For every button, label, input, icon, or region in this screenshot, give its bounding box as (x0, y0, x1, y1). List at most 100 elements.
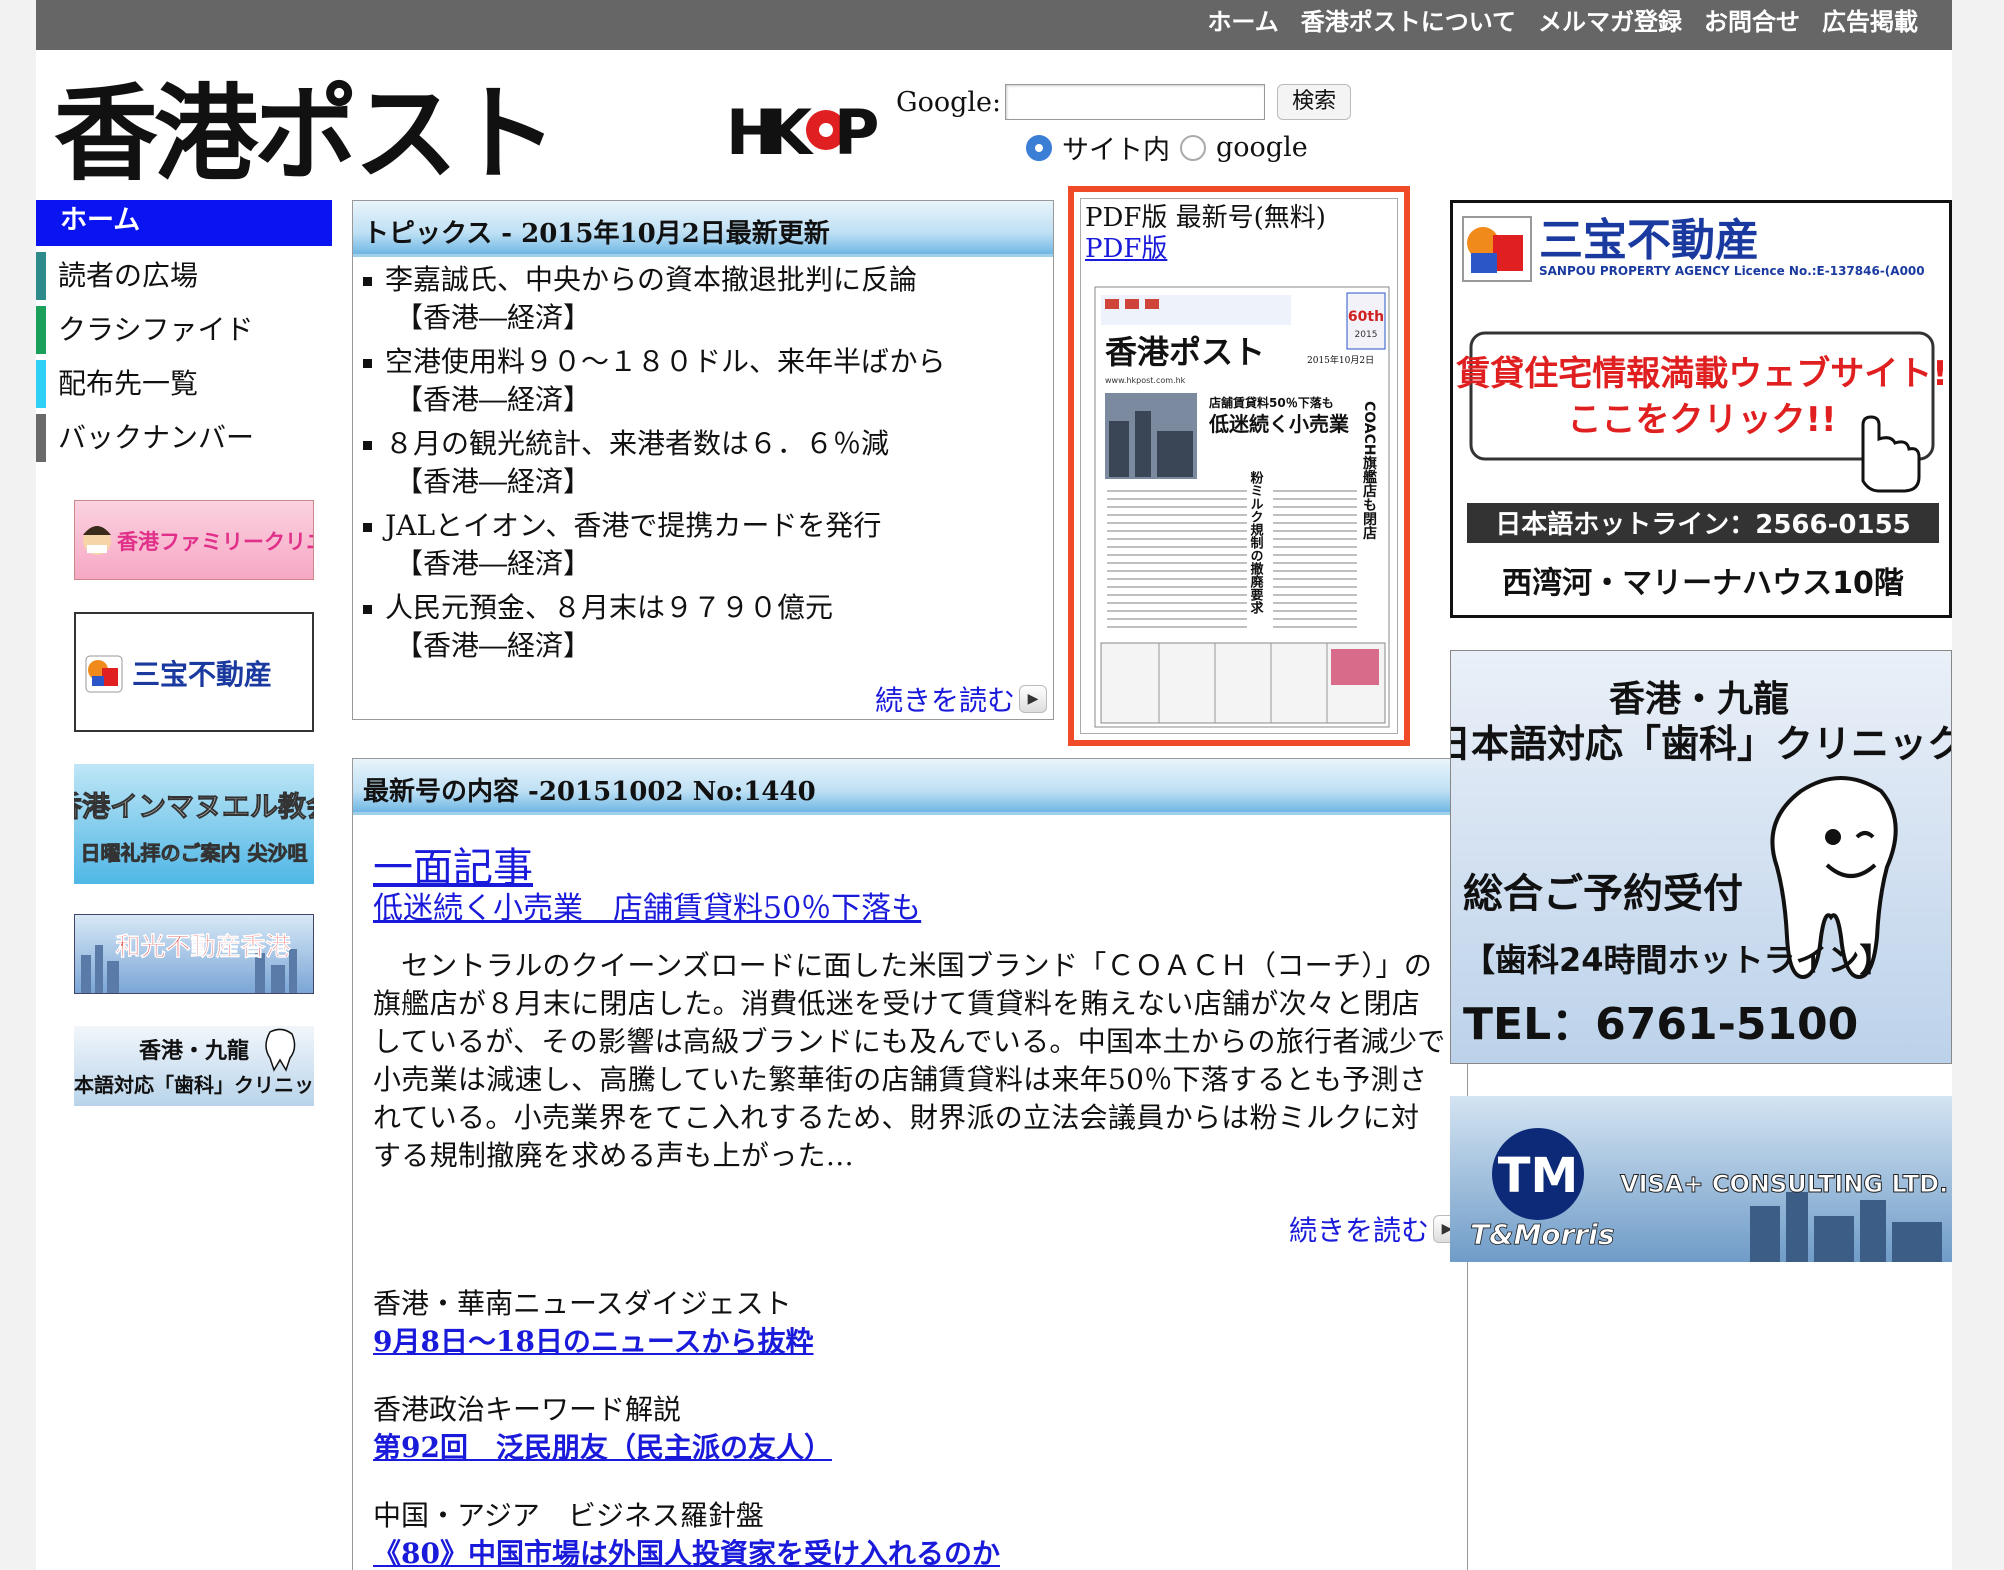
banner-text: 日曜礼拝のご案内 尖沙咀 (81, 841, 308, 865)
banner-text: 日本語対応「歯科」クリニック (74, 1073, 314, 1097)
section-link[interactable]: 《80》中国市場は外国人投資家を受け入れるのか (373, 1537, 1000, 1570)
banner-tmorris[interactable]: TM T&Morris VISA+ CONSULTING LTD. (1450, 1096, 1952, 1262)
more-label: 続きを読む (1288, 1214, 1429, 1247)
leftnav-item-label: クラシファイド (58, 313, 254, 346)
section-label: 香港政治キーワード解説 (373, 1393, 682, 1426)
pdf-badge-year: 2015 (1355, 330, 1378, 340)
leftnav-item-classified[interactable]: クラシファイド (36, 306, 332, 354)
google-search: Google: 検索 サイト内 google (896, 84, 1352, 167)
banner-text: 三宝不動産 (132, 658, 272, 691)
tm-logo: TM (1498, 1148, 1579, 1204)
topic-text: 人民元預金、８月末は９７９０億元 (385, 591, 834, 624)
nav-contact[interactable]: お問合せ (1704, 4, 1800, 40)
banner-dental-right[interactable]: 香港・九龍 日本語対応「歯科」クリニック 総合ご予約受付 【歯科24時間ホットラ… (1450, 650, 1952, 1064)
more-label: 続きを読む (874, 684, 1015, 717)
front-article-body: セントラルのクイーンズロードに面した米国ブランド「ＣＯＡＣＨ（コーチ）」の旗艦店… (373, 949, 1446, 1172)
banner-text: 香港・九龍 (139, 1038, 249, 1064)
search-label: Google: (896, 86, 1002, 118)
section-link[interactable]: 第92回 泛民朋友（民主派の友人） (373, 1431, 832, 1464)
left-nav: ホーム 読者の広場 クラシファイド 配布先一覧 バックナンバー (36, 200, 332, 462)
topic-tag: 【香港―経済】 (395, 629, 592, 662)
pdf-date: 2015年10月2日 (1307, 354, 1374, 366)
section-politics: 香港政治キーワード解説 第92回 泛民朋友（民主派の友人） (373, 1391, 1447, 1467)
radio-site[interactable] (1026, 134, 1052, 161)
nav-mailmag[interactable]: メルマガ登録 (1538, 4, 1682, 40)
logo-text: 香港ポスト (54, 74, 554, 184)
topics-title: トピックス - 2015年10月2日最新更新 (353, 201, 1053, 257)
pdf-badge: 60th (1348, 309, 1384, 325)
list-item[interactable]: 李嘉誠氏、中央からの資本撤退批判に反論【香港―経済】 (363, 261, 1053, 337)
nav-home[interactable]: ホーム (1207, 4, 1278, 40)
pdf-link[interactable]: PDF版 (1085, 233, 1393, 265)
banner-text: 香港インマヌエル教会 (74, 790, 314, 823)
latest-more-link[interactable]: 続きを読む ▶ (1289, 1209, 1461, 1249)
dental-title: 日本語対応「歯科」クリニック (1451, 722, 1952, 766)
top-bar: ホーム 香港ポストについて メルマガ登録 お問合せ 広告掲載 (36, 0, 1952, 50)
pdf-paper-name: 香港ポスト (1105, 333, 1265, 371)
banner-family-clinic[interactable]: 香港ファミリークリニック (74, 500, 314, 580)
list-item[interactable]: JALとイオン、香港で提携カードを発行 【香港―経済】 (363, 507, 1053, 583)
list-item[interactable]: 空港使用料９０～１８０ドル、来年半ばから 【香港―経済】 (363, 343, 1053, 419)
sanpou-msg1: 賃貸住宅情報満載ウェブサイト! (1455, 354, 1948, 394)
dental-24h: 【歯科24時間ホットライン】 (1463, 941, 1892, 979)
section-link[interactable]: 9月8日～18日のニュースから抜粋 (373, 1325, 814, 1358)
leftnav-item-label: 配布先一覧 (58, 367, 199, 400)
list-item[interactable]: ８月の観光統計、来港者数は６．６％減【香港―経済】 (363, 425, 1053, 501)
topic-text: 李嘉誠氏、中央からの資本撤退批判に反論 (385, 263, 918, 296)
leftnav-item-label: 読者の広場 (58, 259, 199, 292)
topic-text: JALとイオン、香港で提携カードを発行 (385, 509, 882, 542)
leftnav-item-label: バックナンバー (58, 421, 255, 454)
radio-google-label: google (1216, 132, 1308, 163)
sanpou-address: 西湾河・マリーナハウス10階 (1502, 566, 1904, 601)
hkp-mark: H K P (726, 96, 879, 169)
banner-wako[interactable]: 和光不動産香港 (74, 914, 314, 994)
item-color-bar (36, 252, 46, 300)
pdf-sub: 店舗賃貸料50％下落も (1209, 395, 1334, 410)
topic-text: ８月の観光統計、来港者数は６．６％減 (385, 427, 890, 460)
list-item[interactable]: 人民元預金、８月末は９７９０億元【香港―経済】 (363, 589, 1053, 665)
leftnav-item-backnumber[interactable]: バックナンバー (36, 414, 332, 462)
section-business: 中国・アジア ビジネス羅針盤 《80》中国市場は外国人投資家を受け入れるのか (373, 1497, 1447, 1570)
dental-tel: TEL：6761-5100 (1463, 999, 1858, 1050)
chevron-right-icon: ▶ (1019, 685, 1047, 713)
item-color-bar (36, 306, 46, 354)
banner-text: 香港ファミリークリニック (117, 530, 314, 554)
item-color-bar (36, 360, 46, 408)
leftnav-home[interactable]: ホーム (36, 200, 332, 246)
front-headline-link[interactable]: 低迷続く小売業 店舗賃貸料50％下落も (373, 891, 921, 926)
topic-tag: 【香港―経済】 (395, 465, 592, 498)
banner-church[interactable]: 香港インマヌエル教会 日曜礼拝のご案内 尖沙咀 (74, 764, 314, 884)
section-label: 中国・アジア ビジネス羅針盤 (373, 1499, 764, 1532)
radio-google[interactable] (1180, 134, 1206, 161)
tm-company: VISA+ CONSULTING LTD. (1620, 1170, 1948, 1198)
section-digest: 香港・華南ニュースダイジェスト 9月8日～18日のニュースから抜粋 (373, 1285, 1447, 1361)
latest-title: 最新号の内容 -20151002 No:1440 (353, 759, 1467, 815)
leftnav-item-readers[interactable]: 読者の広場 (36, 252, 332, 300)
nav-about[interactable]: 香港ポストについて (1301, 4, 1516, 40)
section-label: 香港・華南ニュースダイジェスト (373, 1287, 792, 1320)
nav-ads[interactable]: 広告掲載 (1822, 4, 1918, 40)
pdf-vertical-headline: COACH旗艦店も閉店 (1361, 401, 1377, 541)
leftnav-item-distribution[interactable]: 配布先一覧 (36, 360, 332, 408)
radio-site-label: サイト内 (1062, 135, 1170, 166)
banner-sanpou-right[interactable]: 三宝不動産 SANPOU PROPERTY AGENCY Licence No.… (1450, 200, 1952, 618)
topics-more-link[interactable]: 続きを読む ▶ (875, 679, 1047, 719)
site-logo[interactable]: 香港ポスト H K P (54, 73, 914, 195)
topics-list: 李嘉誠氏、中央からの資本撤退批判に反論【香港―経済】 空港使用料９０～１８０ドル… (353, 257, 1053, 665)
pdf-headline: 低迷続く小売業 (1208, 412, 1350, 436)
pdf-vertical-sub: 粉ミルク規制の撤廃要求 (1248, 470, 1265, 615)
pdf-url: www.hkpost.com.hk (1105, 376, 1186, 385)
sanpou-en: SANPOU PROPERTY AGENCY Licence No.:E-137… (1539, 264, 1925, 278)
svg-text:P: P (834, 96, 879, 169)
logo-graphic: 香港ポスト H K P (54, 73, 879, 195)
banner-sanpou-left[interactable]: 三宝不動産 (74, 612, 314, 732)
search-input[interactable] (1005, 84, 1266, 120)
banner-text: 和光不動産香港 (115, 932, 291, 961)
pdf-thumbnail[interactable]: 60th 2015 香港ポスト 2015年10月2日 www.hkpost.co… (1085, 271, 1395, 731)
sanpou-msg2: ここをクリック!! (1567, 400, 1836, 440)
dental-reserve: 総合ご予約受付 (1463, 871, 1743, 917)
front-page-label[interactable]: 一面記事 (373, 845, 533, 891)
topic-tag: 【香港―経済】 (395, 301, 592, 334)
search-button[interactable]: 検索 (1277, 84, 1352, 120)
banner-dental-left[interactable]: 香港・九龍 日本語対応「歯科」クリニック (74, 1026, 314, 1106)
